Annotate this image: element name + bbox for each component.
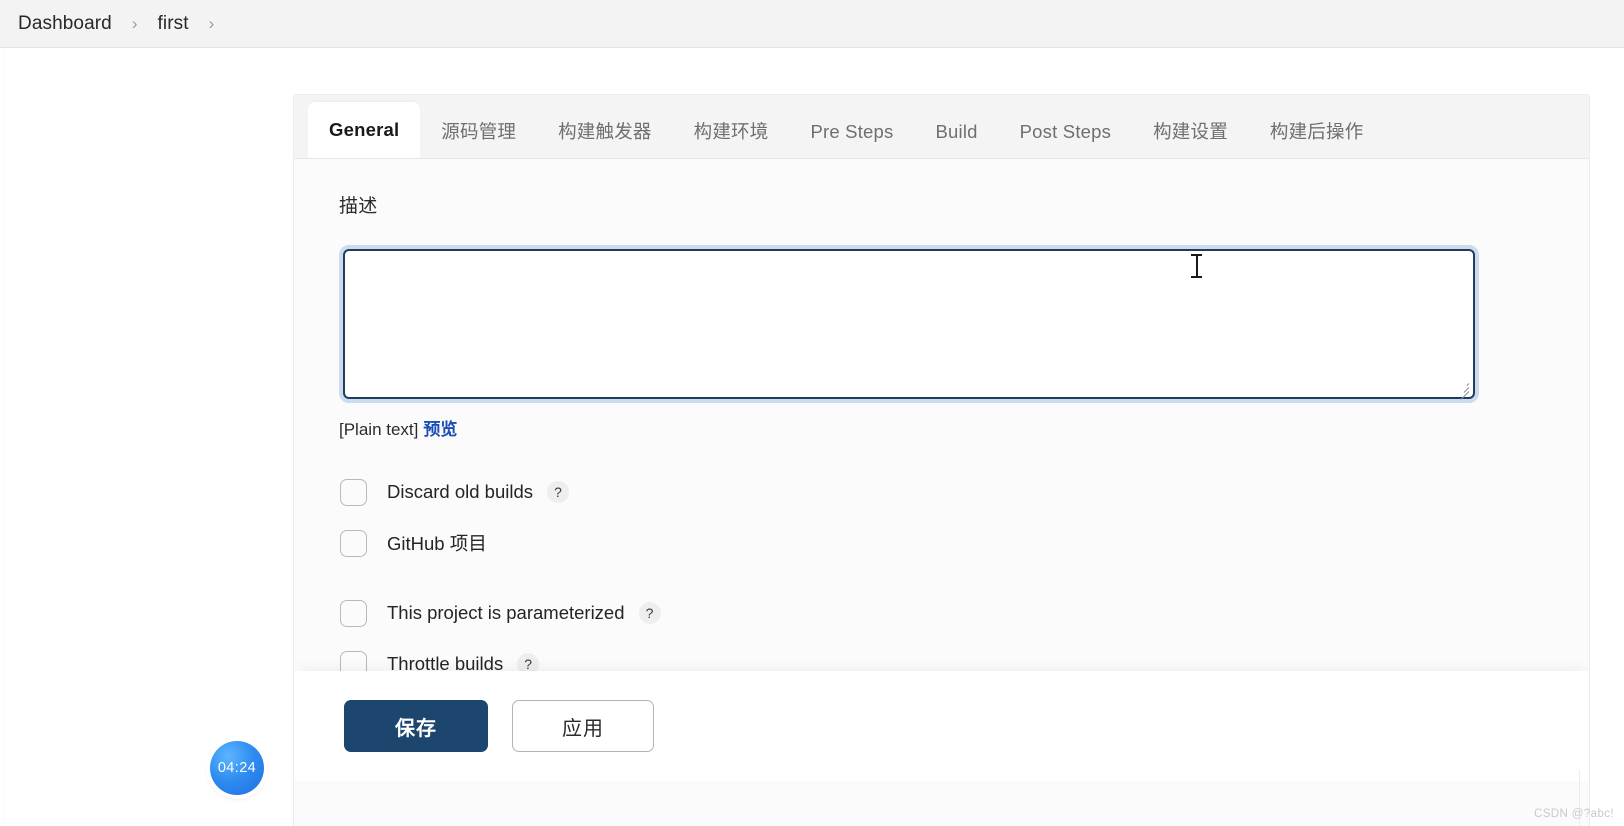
app-root: Dashboard › first › General 源码管理 构建触发器 构…: [0, 0, 1624, 826]
breadcrumb-item-dashboard[interactable]: Dashboard: [18, 13, 112, 35]
checkbox-label-github-project: GitHub 项目: [387, 533, 487, 554]
tab-pre-steps[interactable]: Pre Steps: [789, 106, 914, 158]
checkbox-this-project-is-parameterized[interactable]: [340, 599, 367, 627]
breadcrumb-bar: Dashboard › first ›: [0, 0, 1624, 48]
tab-build-settings[interactable]: 构建设置: [1132, 106, 1249, 158]
checkbox-github-project[interactable]: [340, 529, 367, 557]
chevron-right-icon: ›: [131, 13, 138, 33]
tab-general[interactable]: General: [308, 102, 421, 158]
chevron-right-icon-trailing: ›: [208, 13, 215, 33]
description-textarea[interactable]: [343, 249, 1475, 399]
job-config-panel: General 源码管理 构建触发器 构建环境 Pre Steps Build …: [293, 94, 1590, 826]
watermark-text: CSDN @?abc!: [1534, 808, 1614, 820]
tab-build-environment[interactable]: 构建环境: [673, 106, 790, 158]
general-form-body: 描述 [Plain text] 预览 Discard old builds ? G…: [294, 159, 1589, 781]
description-field-wrapper: [339, 245, 1479, 403]
description-label: 描述: [339, 196, 378, 217]
timer-value: 04:24: [217, 760, 257, 776]
apply-button[interactable]: 应用: [512, 700, 654, 752]
save-button[interactable]: 保存: [344, 700, 488, 752]
description-format-row: [Plain text] 预览: [339, 415, 1589, 440]
help-icon-this-project-is-parameterized[interactable]: ?: [638, 602, 661, 624]
plain-text-note: [Plain text]: [339, 420, 419, 439]
checkbox-row-github-project[interactable]: GitHub 项目: [340, 527, 1589, 559]
tab-build[interactable]: Build: [914, 106, 998, 158]
breadcrumb-item-first[interactable]: first: [158, 13, 189, 35]
checkbox-label-this-project-is-parameterized: This project is parameterized: [387, 602, 625, 623]
page-left-edge: [4, 48, 5, 826]
preview-link[interactable]: 预览: [423, 420, 457, 439]
tab-source-management[interactable]: 源码管理: [420, 106, 537, 158]
checkbox-label-discard-old-builds: Discard old builds: [387, 481, 534, 502]
tab-build-triggers[interactable]: 构建触发器: [537, 106, 673, 158]
floating-timer-badge[interactable]: 04:24: [210, 741, 264, 795]
checkbox-row-this-project-is-parameterized[interactable]: This project is parameterized ?: [340, 597, 1589, 629]
config-tabstrip: General 源码管理 构建触发器 构建环境 Pre Steps Build …: [294, 95, 1589, 159]
form-action-footer: 保存 应用: [294, 671, 1589, 781]
checkbox-discard-old-builds[interactable]: [340, 478, 367, 506]
checkbox-row-discard-old-builds[interactable]: Discard old builds ?: [340, 476, 1589, 508]
tab-post-steps[interactable]: Post Steps: [999, 106, 1132, 158]
tab-post-build-actions[interactable]: 构建后操作: [1249, 106, 1385, 158]
help-icon-discard-old-builds[interactable]: ?: [547, 481, 570, 503]
